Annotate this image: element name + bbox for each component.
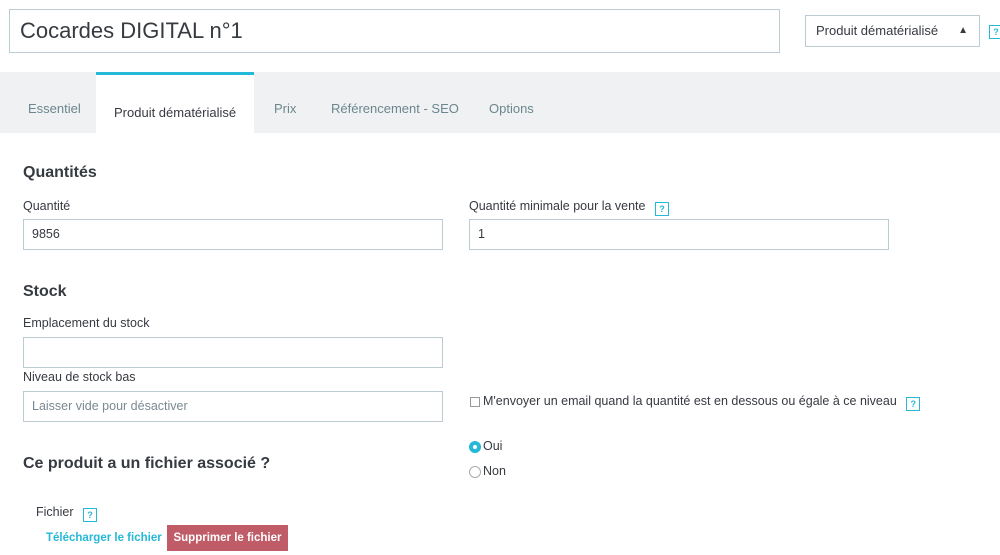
tab-options[interactable]: Options [489, 72, 534, 133]
product-header: Cocardes DIGITAL n°1 Produit dématériali… [0, 0, 1000, 72]
product-type-value: Produit dématérialisé [816, 23, 939, 38]
stock-location-label: Emplacement du stock [23, 316, 150, 330]
file-label-text: Fichier [36, 505, 74, 519]
select-arrows-icon: ▲ [958, 25, 968, 36]
help-icon[interactable]: ? [83, 508, 97, 522]
min-quantity-input[interactable]: 1 [469, 219, 889, 250]
stock-title: Stock [23, 283, 67, 300]
associated-file-question: Ce produit a un fichier associé ? [23, 455, 271, 472]
radio-non-label[interactable]: Non [483, 464, 506, 478]
stock-location-input[interactable] [23, 337, 443, 368]
tab-essentiel[interactable]: Essentiel [28, 72, 81, 133]
low-stock-label: Niveau de stock bas [23, 370, 136, 384]
help-icon[interactable]: ? [906, 397, 921, 411]
download-file-button[interactable]: Télécharger le fichier [46, 532, 162, 544]
low-stock-email-checkbox[interactable] [470, 397, 480, 407]
help-icon[interactable]: ? [989, 25, 1000, 39]
product-name-input[interactable]: Cocardes DIGITAL n°1 [9, 9, 780, 53]
tab-bar: Essentiel Produit dématérialisé Prix Réf… [0, 72, 1000, 133]
radio-oui-label[interactable]: Oui [483, 439, 502, 453]
quantity-label: Quantité [23, 199, 71, 213]
product-type-select[interactable]: Produit dématérialisé ▲ [805, 15, 980, 47]
tab-produit-dematerialise[interactable]: Produit dématérialisé [96, 72, 255, 133]
help-icon[interactable]: ? [654, 202, 669, 216]
tab-referencement-seo[interactable]: Référencement - SEO [331, 72, 459, 133]
radio-oui[interactable] [469, 441, 481, 453]
min-quantity-label-text: Quantité minimale pour la vente [469, 199, 646, 213]
tab-prix[interactable]: Prix [274, 72, 296, 133]
low-stock-input[interactable]: Laisser vide pour désactiver [23, 391, 443, 422]
low-stock-email-label: M'envoyer un email quand la quantité est… [483, 394, 921, 411]
radio-non[interactable] [469, 466, 481, 478]
delete-file-button[interactable]: Supprimer le fichier [167, 525, 288, 551]
file-label: Fichier ? [36, 505, 97, 522]
quantity-input[interactable]: 9856 [23, 219, 443, 250]
low-stock-email-text: M'envoyer un email quand la quantité est… [483, 394, 897, 408]
quantities-title: Quantités [23, 164, 97, 181]
min-quantity-label: Quantité minimale pour la vente ? [469, 199, 669, 216]
